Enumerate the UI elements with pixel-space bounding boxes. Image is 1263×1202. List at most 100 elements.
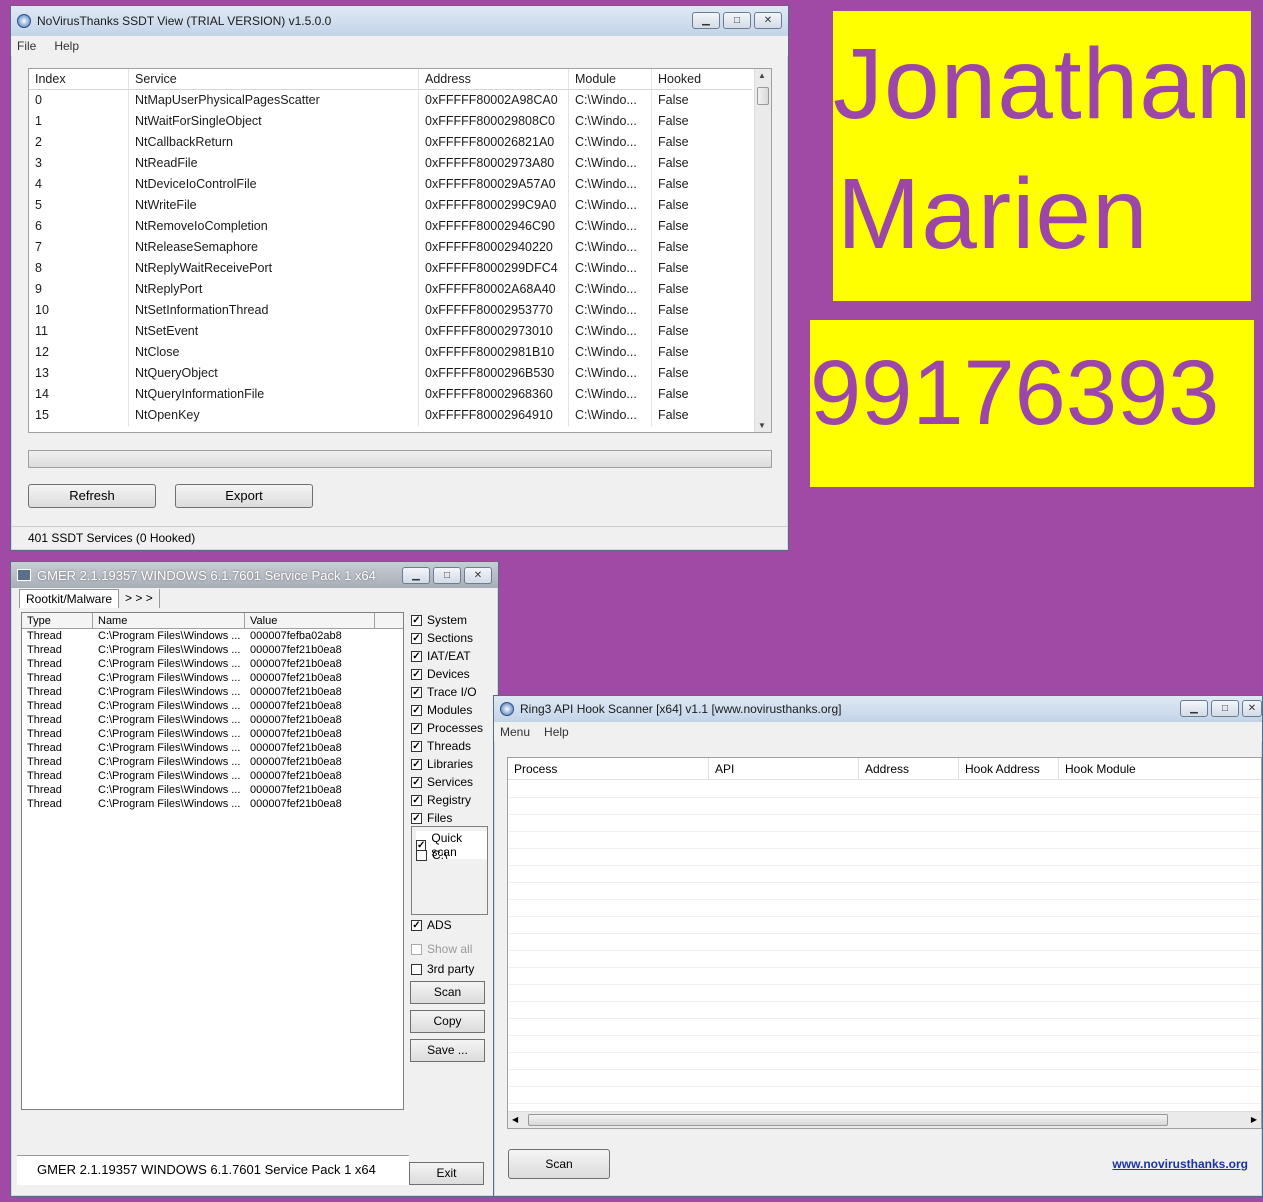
column-header-service[interactable]: Service [129, 69, 419, 90]
menu-menu[interactable]: Menu [500, 725, 530, 739]
column-header-api[interactable]: API [709, 758, 859, 779]
list-item[interactable]: Thread C:\Program Files\Windows ... 000007… [22, 671, 403, 685]
maximize-button[interactable]: □ [723, 12, 751, 29]
ring3-scan-button[interactable]: Scan [508, 1149, 610, 1179]
third-party-checkbox[interactable]: 3rd party [411, 962, 474, 976]
list-item[interactable]: Thread C:\Program Files\Windows ... 000007… [22, 769, 403, 783]
vertical-scrollbar[interactable]: ▲ ▼ [754, 69, 771, 432]
column-header-value[interactable]: Value [245, 613, 375, 628]
list-item[interactable]: Thread C:\Program Files\Windows ... 000007… [22, 643, 403, 657]
table-row[interactable]: 2 NtCallbackReturn 0xFFFFF800026821A0 C:\Wi… [29, 132, 771, 153]
table-row[interactable]: 9 NtReplyPort 0xFFFFF80002A68A40 C:\Windo..… [29, 279, 771, 300]
option-checkbox-libraries[interactable]: ✓ Libraries [411, 757, 473, 771]
option-checkbox-services[interactable]: ✓ Services [411, 775, 473, 789]
drive-c-checkbox[interactable]: C:\ [416, 848, 447, 862]
option-label: Libraries [427, 757, 474, 771]
horizontal-scroll-thumb[interactable] [528, 1114, 1168, 1126]
column-header-address[interactable]: Address [419, 69, 569, 90]
minimize-button[interactable]: ▁ [692, 12, 720, 29]
gmer-copy-button[interactable]: Copy [410, 1010, 485, 1033]
show-all-checkbox[interactable]: Show all [411, 942, 472, 956]
close-button[interactable]: ✕ [754, 12, 782, 29]
list-item[interactable]: Thread C:\Program Files\Windows ... 000007… [22, 713, 403, 727]
column-header-type[interactable]: Type [22, 613, 93, 628]
grid-line [508, 984, 1261, 985]
scroll-left-icon[interactable]: ◀ [512, 1115, 518, 1124]
gmer-titlebar[interactable]: GMER 2.1.19357 WINDOWS 6.1.7601 Service … [11, 562, 498, 588]
ring3-maximize-button[interactable]: □ [1211, 700, 1239, 717]
column-header-module[interactable]: Module [569, 69, 652, 90]
menu-help[interactable]: Help [544, 725, 569, 739]
table-row[interactable]: 11 NtSetEvent 0xFFFFF80002973010 C:\Windo..… [29, 321, 771, 342]
name-sign: Jonathan Marien [833, 11, 1251, 301]
column-header-index[interactable]: Index [29, 69, 129, 90]
menu-help[interactable]: Help [54, 39, 79, 53]
gmer-save-button[interactable]: Save ... [410, 1039, 485, 1062]
list-item[interactable]: Thread C:\Program Files\Windows ... 000007… [22, 741, 403, 755]
website-link[interactable]: www.novirusthanks.org [1112, 1157, 1248, 1171]
table-row[interactable]: 7 NtReleaseSemaphore 0xFFFFF80002940220 C:\… [29, 237, 771, 258]
table-row[interactable]: 0 NtMapUserPhysicalPagesScatter 0xFFFFF800… [29, 90, 771, 111]
table-row[interactable]: 1 NtWaitForSingleObject 0xFFFFF800029808C0… [29, 111, 771, 132]
table-row[interactable]: 15 NtOpenKey 0xFFFFF80002964910 C:\Windo...… [29, 405, 771, 426]
cell-name: C:\Program Files\Windows ... [98, 798, 241, 810]
horizontal-scrollbar[interactable]: ◀ ▶ [508, 1111, 1261, 1128]
menu-file[interactable]: File [17, 39, 36, 53]
list-item[interactable]: Thread C:\Program Files\Windows ... 000007… [22, 783, 403, 797]
scroll-thumb[interactable] [757, 87, 769, 105]
refresh-button[interactable]: Refresh [28, 484, 156, 508]
option-checkbox-system[interactable]: ✓ System [411, 613, 467, 627]
list-item[interactable]: Thread C:\Program Files\Windows ... 000007… [22, 797, 403, 811]
column-header-name[interactable]: Name [93, 613, 245, 628]
table-row[interactable]: 13 NtQueryObject 0xFFFFF8000296B530 C:\Wind… [29, 363, 771, 384]
ssdt-titlebar[interactable]: NoVirusThanks SSDT View (TRIAL VERSION) … [11, 6, 788, 36]
list-item[interactable]: Thread C:\Program Files\Windows ... 000007… [22, 727, 403, 741]
export-button[interactable]: Export [175, 484, 313, 508]
table-row[interactable]: 4 NtDeviceIoControlFile 0xFFFFF800029A57A0… [29, 174, 771, 195]
table-row[interactable]: 8 NtReplyWaitReceivePort 0xFFFFF8000299DFC… [29, 258, 771, 279]
option-checkbox-iat-eat[interactable]: ✓ IAT/EAT [411, 649, 471, 663]
cell-address: 0xFFFFF800029A57A0 [419, 174, 569, 195]
list-item[interactable]: Thread C:\Program Files\Windows ... 000007… [22, 629, 403, 643]
column-header-hook-module[interactable]: Hook Module [1059, 758, 1259, 779]
scroll-up-icon[interactable]: ▲ [758, 71, 766, 80]
option-checkbox-threads[interactable]: ✓ Threads [411, 739, 471, 753]
scroll-right-icon[interactable]: ▶ [1251, 1115, 1257, 1124]
option-checkbox-files[interactable]: ✓ Files [411, 811, 452, 825]
gmer-scan-button[interactable]: Scan [410, 981, 485, 1004]
gmer-minimize-button[interactable]: ▁ [402, 567, 430, 584]
gmer-exit-button[interactable]: Exit [409, 1162, 484, 1185]
table-row[interactable]: 10 NtSetInformationThread 0xFFFFF800029537… [29, 300, 771, 321]
list-item[interactable]: Thread C:\Program Files\Windows ... 000007… [22, 699, 403, 713]
ring3-close-button[interactable]: ✕ [1242, 700, 1262, 717]
column-header-process[interactable]: Process [508, 758, 709, 779]
ring3-minimize-button[interactable]: ▁ [1180, 700, 1208, 717]
ads-checkbox[interactable]: ✓ ADS [411, 918, 452, 932]
list-item[interactable]: Thread C:\Program Files\Windows ... 000007… [22, 755, 403, 769]
option-checkbox-trace-i-o[interactable]: ✓ Trace I/O [411, 685, 477, 699]
table-row[interactable]: 14 NtQueryInformationFile 0xFFFFF800029683… [29, 384, 771, 405]
column-header-hook-address[interactable]: Hook Address [959, 758, 1059, 779]
ring3-titlebar[interactable]: Ring3 API Hook Scanner [x64] v1.1 [www.n… [494, 696, 1262, 722]
gmer-maximize-button[interactable]: □ [433, 567, 461, 584]
scroll-down-icon[interactable]: ▼ [758, 421, 766, 430]
table-row[interactable]: 5 NtWriteFile 0xFFFFF8000299C9A0 C:\Windo..… [29, 195, 771, 216]
table-row[interactable]: 6 NtRemoveIoCompletion 0xFFFFF80002946C90 C… [29, 216, 771, 237]
tab-rootkit-malware[interactable]: Rootkit/Malware [19, 589, 120, 608]
gmer-close-button[interactable]: ✕ [464, 567, 492, 584]
list-item[interactable]: Thread C:\Program Files\Windows ... 000007… [22, 685, 403, 699]
table-row[interactable]: 12 NtClose 0xFFFFF80002981B10 C:\Windo... Fa… [29, 342, 771, 363]
option-label: Processes [427, 721, 484, 735]
option-checkbox-modules[interactable]: ✓ Modules [411, 703, 472, 717]
option-checkbox-sections[interactable]: ✓ Sections [411, 631, 473, 645]
column-header-hooked[interactable]: Hooked [652, 69, 752, 90]
option-checkbox-processes[interactable]: ✓ Processes [411, 721, 483, 735]
table-row[interactable]: 3 NtReadFile 0xFFFFF80002973A80 C:\Windo...… [29, 153, 771, 174]
option-checkbox-registry[interactable]: ✓ Registry [411, 793, 471, 807]
cell-name: C:\Program Files\Windows ... [98, 756, 241, 768]
option-checkbox-devices[interactable]: ✓ Devices [411, 667, 470, 681]
tab-more[interactable]: > > > [119, 589, 160, 608]
column-header-address[interactable]: Address [859, 758, 959, 779]
cell-service: NtReleaseSemaphore [129, 237, 419, 258]
list-item[interactable]: Thread C:\Program Files\Windows ... 000007… [22, 657, 403, 671]
